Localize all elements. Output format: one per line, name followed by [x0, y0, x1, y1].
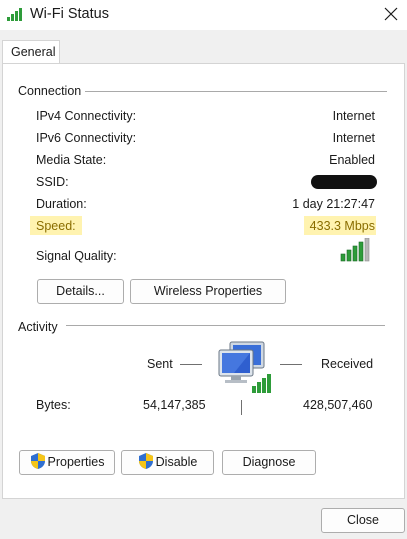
wireless-properties-button[interactable]: Wireless Properties	[130, 279, 286, 304]
duration-label: Duration:	[36, 197, 87, 211]
bytes-label: Bytes:	[36, 398, 71, 412]
ipv4-label: IPv4 Connectivity:	[36, 109, 137, 123]
signal-bars-icon	[340, 238, 370, 262]
close-button[interactable]: Close	[321, 508, 405, 533]
diagnose-button[interactable]: Diagnose	[222, 450, 316, 475]
ssid-label: SSID:	[36, 175, 69, 189]
ipv6-value: Internet	[332, 131, 375, 145]
close-icon[interactable]	[383, 6, 399, 22]
title-bar: Wi-Fi Status	[0, 0, 407, 30]
tab-general-label: General	[11, 45, 56, 59]
network-computers-icon	[218, 341, 271, 393]
received-label: Received	[321, 357, 374, 371]
ipv6-label: IPv6 Connectivity:	[36, 131, 137, 145]
disable-button-label: Disable	[155, 455, 198, 469]
properties-button-label: Properties	[47, 455, 105, 469]
connection-heading: Connection	[18, 84, 86, 98]
speed-value: 433.3 Mbps	[309, 219, 375, 233]
uac-shield-icon	[138, 453, 153, 469]
window-title: Wi-Fi Status	[30, 6, 109, 22]
sent-line	[180, 364, 202, 365]
disable-button[interactable]: Disable	[121, 450, 214, 475]
received-line	[280, 364, 302, 365]
ssid-redacted-value	[311, 175, 377, 189]
speed-label: Speed:	[36, 219, 76, 233]
properties-button[interactable]: Properties	[19, 450, 115, 475]
wifi-signal-icon	[7, 8, 22, 21]
bytes-sent-value: 54,147,385	[143, 398, 206, 412]
details-button[interactable]: Details...	[37, 279, 124, 304]
sent-label: Sent	[147, 357, 173, 371]
signal-quality-label: Signal Quality:	[36, 249, 117, 263]
media-state-value: Enabled	[329, 153, 375, 167]
activity-divider	[66, 325, 385, 326]
bytes-received-value: 428,507,460	[303, 398, 373, 412]
tab-general[interactable]: General	[2, 40, 60, 64]
duration-value: 1 day 21:27:47	[292, 197, 375, 211]
uac-shield-icon	[30, 453, 45, 469]
bytes-separator	[241, 400, 242, 415]
ipv4-value: Internet	[332, 109, 375, 123]
media-state-label: Media State:	[36, 153, 107, 167]
connection-divider	[84, 91, 387, 92]
activity-heading: Activity	[18, 320, 62, 334]
